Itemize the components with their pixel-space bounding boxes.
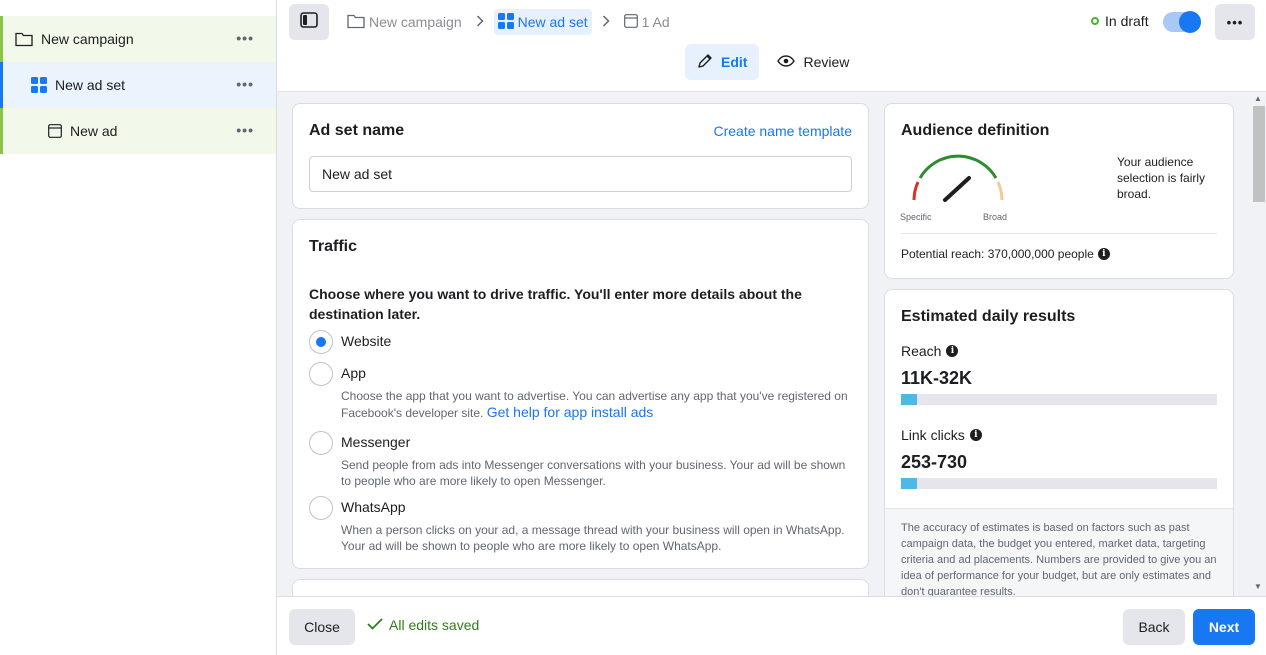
sidebar-item-adset[interactable]: New ad set ••• [0,62,276,108]
reach-bar [901,394,1217,405]
adset-name-card: Ad set name Create name template New ad … [292,103,869,209]
tab-label: Review [803,54,850,70]
reach-label: Reach [901,343,942,359]
more-options-icon[interactable]: ••• [236,76,254,92]
folder-icon [347,13,365,32]
info-icon[interactable]: i [969,429,982,441]
edit-review-tabs: Edit Review [685,44,861,80]
sidebar-item-ad[interactable]: New ad ••• [0,108,276,154]
grid-icon [31,77,47,93]
breadcrumb-adset[interactable]: New ad set [493,9,592,35]
next-section-card [292,579,869,596]
traffic-card: Traffic Choose where you want to drive t… [292,219,869,569]
sidebar-item-label: New campaign [41,31,134,47]
eye-icon [777,54,796,70]
more-options-icon[interactable]: ••• [236,122,254,138]
chevron-right-icon [476,14,484,30]
card-title: Audience definition [901,122,1050,139]
status-label: In draft [1105,13,1149,29]
sidebar-item-label: New ad [70,123,118,139]
save-status: All edits saved [367,617,479,633]
chevron-right-icon [602,14,610,30]
more-options-button[interactable]: ••• [1215,4,1255,40]
back-button[interactable]: Back [1123,609,1185,645]
traffic-question: Choose where you want to drive traffic. … [309,286,802,322]
option-label: Website [341,333,392,349]
messenger-radio[interactable] [309,431,333,455]
option-label: Messenger [341,434,411,450]
divider [901,233,1217,234]
gauge-broad-label: Broad [983,212,1007,222]
potential-reach: Potential reach: 370,000,000 people i [901,247,1110,261]
reach-metric: Reach i [901,343,959,359]
link-clicks-bar [901,478,1217,489]
reach-value: 11K-32K [901,368,973,388]
top-bar: New campaign New ad set 1 Ad In draft ••… [277,0,1266,92]
breadcrumb-label: New campaign [369,14,462,30]
footer-bar: Close All edits saved Back Next [277,596,1266,655]
link-clicks-label: Link clicks [901,427,965,443]
info-icon[interactable]: i [1097,248,1110,260]
campaign-tree-sidebar: New campaign ••• New ad set ••• New ad •… [0,0,277,655]
scroll-up-icon[interactable]: ▲ [1254,94,1262,103]
link-clicks-bar-fill [901,478,917,489]
audience-definition-card: Audience definition Specific Broad Your … [884,103,1234,279]
audience-summary: Your audience selection is fairly broad. [1117,155,1206,201]
card-title: Traffic [309,238,358,255]
link-clicks-metric: Link clicks i [901,427,982,443]
save-status-text: All edits saved [389,617,480,633]
pencil-icon [697,53,713,72]
ad-page-icon [48,124,62,138]
reach-bar-fill [901,394,917,405]
content-scrollbar[interactable]: ▲ ▼ [1252,94,1265,594]
sidebar-item-campaign[interactable]: New campaign ••• [0,16,276,62]
folder-icon [15,31,33,47]
ad-page-icon [623,13,638,31]
option-description: Send people from ads into Messenger conv… [341,458,846,488]
tab-review[interactable]: Review [765,44,861,80]
option-label: WhatsApp [341,499,406,515]
panel-icon [300,11,318,33]
editor-content: Ad set name Create name template New ad … [277,92,1266,596]
audience-gauge: Specific Broad [900,154,1007,222]
option-description: Choose the app that you want to advertis… [341,388,851,421]
estimated-results-card: Estimated daily results Reach i 11K-32K … [884,289,1234,596]
sidebar-item-label: New ad set [55,77,126,93]
card-title: Ad set name [309,122,405,139]
tab-label: Edit [721,54,748,70]
toggle-knob [1179,11,1201,33]
potential-reach-text: Potential reach: 370,000,000 people [901,247,1094,261]
checkmark-icon [367,617,383,633]
scroll-down-icon[interactable]: ▼ [1254,582,1262,591]
draft-status: In draft [1091,13,1149,29]
draft-toggle[interactable] [1163,11,1201,33]
estimates-disclaimer: The accuracy of estimates is based on fa… [901,522,1217,596]
close-button[interactable]: Close [289,609,355,645]
breadcrumb-label: 1 Ad [641,14,670,30]
app-radio[interactable] [309,362,333,386]
website-radio[interactable] [309,330,333,354]
option-description: When a person clicks on your ad, a messa… [341,523,845,553]
toggle-panel-button[interactable] [289,4,329,40]
gauge-specific-label: Specific [900,212,932,222]
status-dot-icon [1091,17,1099,25]
breadcrumb-label: New ad set [517,14,588,30]
option-label: App [341,365,366,381]
app-install-help-link[interactable]: Get help for app install ads [487,404,654,420]
breadcrumb-ad[interactable]: 1 Ad [620,9,674,35]
adset-name-input[interactable]: New ad set [309,156,852,192]
grid-icon [497,12,514,32]
next-button[interactable]: Next [1193,609,1255,645]
info-icon[interactable]: i [946,345,959,357]
card-title: Estimated daily results [901,308,1076,325]
more-options-icon[interactable]: ••• [236,30,254,46]
link-clicks-value: 253-730 [901,452,968,472]
create-name-template-link[interactable]: Create name template [713,123,852,139]
whatsapp-radio[interactable] [309,496,333,520]
tab-edit[interactable]: Edit [685,44,760,80]
breadcrumb: New campaign New ad set 1 Ad [343,9,674,35]
breadcrumb-campaign[interactable]: New campaign [343,9,466,35]
scrollbar-thumb[interactable] [1253,106,1265,202]
